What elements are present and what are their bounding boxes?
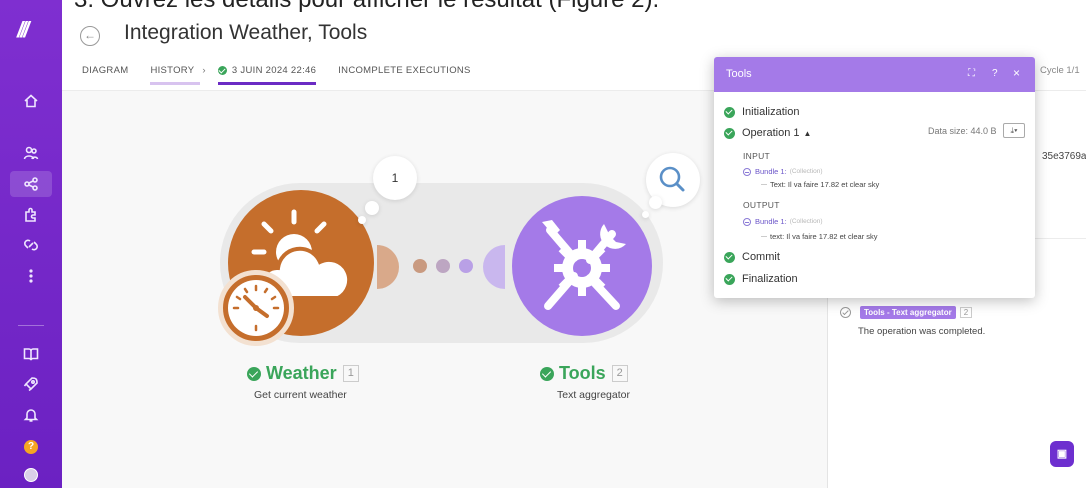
output-bundle[interactable]: Bundle 1: (Collection): [743, 217, 823, 226]
document-heading: 3. Ouvrez les détails pour afficher le r…: [0, 0, 1086, 16]
connections-icon[interactable]: [16, 232, 46, 258]
module-name: Weather: [266, 363, 337, 383]
chat-support-icon[interactable]: ▣: [1050, 441, 1074, 467]
success-check-icon: [217, 66, 227, 75]
help-icon[interactable]: ?: [992, 68, 998, 79]
sidebar-divider: [18, 325, 44, 326]
bubble-tail: [649, 196, 662, 209]
tools-wrench-screwdriver-icon: [542, 220, 626, 310]
sidebar: /// ?: [0, 0, 62, 488]
success-check-icon: [724, 273, 735, 285]
stage-label: Finalization: [742, 273, 798, 285]
success-check-icon: [724, 251, 735, 263]
module-subtitle: Get current weather: [254, 389, 347, 401]
tab-incomplete-executions[interactable]: INCOMPLETE EXECUTIONS: [338, 65, 470, 85]
module-badge: Tools - Text aggregator: [860, 306, 956, 319]
data-size: Data size: 44.0 B: [928, 126, 997, 136]
bubble-tail: [358, 216, 366, 224]
execution-id: 35e3769a...: [1042, 151, 1086, 162]
page-title: Integration Weather, Tools: [124, 21, 368, 44]
bundle-value: text: Il va faire 17.82 et clear sky: [761, 232, 878, 241]
popup-header: Tools ⛶ ? ×: [714, 57, 1035, 92]
tab-diagram[interactable]: DIAGRAM: [82, 65, 128, 85]
operation-count-bubble[interactable]: 1: [373, 156, 417, 200]
bundle-value: Text: Il va faire 17.82 et clear sky: [760, 180, 880, 189]
bundle-name: Bundle 1:: [755, 167, 787, 176]
module-id: 2: [611, 365, 628, 382]
bundle-name: Bundle 1:: [755, 217, 787, 226]
connector-dot: [436, 259, 450, 273]
success-check-icon: [540, 366, 554, 381]
input-section-label: INPUT: [743, 151, 770, 161]
app-root: 3. Ouvrez les détails pour afficher le r…: [0, 0, 1086, 488]
success-check-icon: [247, 366, 261, 381]
notifications-icon[interactable]: [16, 402, 46, 428]
log-message: The operation was completed.: [858, 326, 986, 337]
download-icon[interactable]: ⤓▾: [1003, 123, 1025, 138]
scheduler-clock-icon[interactable]: [218, 270, 294, 346]
input-bundle[interactable]: Bundle 1: (Collection): [743, 167, 823, 176]
avatar[interactable]: [24, 468, 38, 482]
docs-icon[interactable]: [16, 341, 46, 367]
back-arrow-icon[interactable]: ←: [80, 26, 100, 46]
stage-label: Commit: [742, 251, 780, 263]
more-icon[interactable]: [16, 263, 46, 289]
tools-module[interactable]: [512, 196, 652, 336]
apps-icon[interactable]: [16, 202, 46, 228]
make-logo[interactable]: ///: [17, 16, 45, 44]
module-id: 1: [342, 365, 359, 382]
module-name: Tools: [559, 363, 606, 383]
tab-execution[interactable]: 3 JUIN 2024 22:46: [217, 65, 317, 85]
caret-up-icon[interactable]: ▲: [803, 129, 811, 138]
tab-bar: DIAGRAM HISTORY › 3 JUIN 2024 22:46 INCO…: [82, 65, 493, 91]
stage-initialization[interactable]: Initialization: [724, 106, 799, 118]
stage-commit[interactable]: Commit: [724, 251, 780, 263]
clock-face: [228, 280, 284, 336]
scenarios-icon[interactable]: [10, 171, 52, 197]
bubble-tail: [365, 201, 379, 215]
bubble-tail: [642, 211, 649, 218]
stage-label: Operation 1: [742, 127, 800, 139]
tab-history[interactable]: HISTORY: [150, 65, 201, 85]
check-circle-icon: [840, 307, 851, 318]
operation-details-popup: Tools ⛶ ? × Initialization Operation 1 ▲…: [714, 57, 1035, 298]
expand-icon[interactable]: ⛶: [968, 68, 975, 79]
stage-finalization[interactable]: Finalization: [724, 273, 798, 285]
popup-title: Tools: [726, 68, 752, 80]
module-number: 2: [959, 307, 973, 318]
bundle-type: (Collection): [789, 168, 823, 175]
collapse-icon: [743, 217, 751, 226]
log-entry[interactable]: Tools - Text aggregator 2: [840, 306, 973, 319]
collapse-icon: [743, 167, 751, 176]
team-icon[interactable]: [16, 140, 46, 166]
output-section-label: OUTPUT: [743, 200, 780, 210]
help-icon[interactable]: ?: [24, 440, 38, 454]
success-check-icon: [724, 127, 735, 139]
connector-dot: [459, 259, 473, 273]
execution-date: 3 JUIN 2024 22:46: [231, 65, 317, 76]
success-check-icon: [724, 106, 735, 118]
module-subtitle: Text aggregator: [557, 389, 630, 401]
stage-operation[interactable]: Operation 1 ▲: [724, 127, 811, 139]
close-icon[interactable]: ×: [1013, 66, 1020, 80]
stage-label: Initialization: [742, 106, 800, 118]
launch-icon[interactable]: [16, 371, 46, 397]
tools-module-label[interactable]: Tools 2: [540, 363, 628, 384]
home-icon[interactable]: [16, 88, 46, 114]
weather-module-label[interactable]: Weather 1: [247, 363, 359, 384]
connector-dot: [413, 259, 427, 273]
chevron-right-icon: ›: [202, 65, 206, 76]
bundle-type: (Collection): [789, 218, 823, 225]
cycle-indicator: Cycle 1/1: [1040, 65, 1080, 76]
